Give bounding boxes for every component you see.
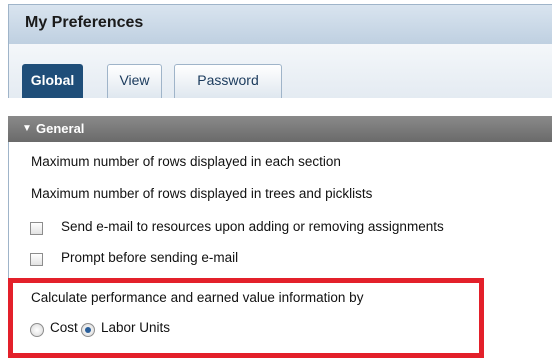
prompt-email-checkbox[interactable] [30,253,43,266]
page-header: My Preferences [8,4,552,44]
tab-bar: Global View Password [8,44,552,98]
section-title: General [36,121,85,136]
tab-global[interactable]: Global [22,64,83,98]
tab-password[interactable]: Password [174,64,282,98]
collapse-caret-icon[interactable]: ▼ [22,116,32,142]
section-header-general[interactable]: ▼ General [8,116,552,142]
prompt-email-label: Prompt before sending e-mail [61,250,239,265]
max-rows-section-label: Maximum number of rows displayed in each… [31,154,341,169]
send-email-label: Send e-mail to resources upon adding or … [61,219,444,234]
send-email-checkbox[interactable] [30,222,43,235]
tab-view[interactable]: View [107,64,162,98]
max-rows-trees-label: Maximum number of rows displayed in tree… [31,186,373,201]
highlight-box [8,278,484,358]
page-title: My Preferences [25,14,144,31]
